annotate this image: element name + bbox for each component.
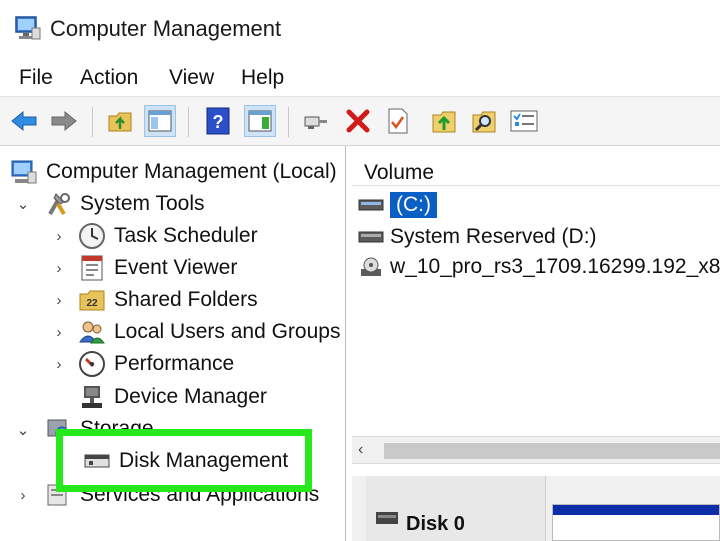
forward-arrow-icon[interactable]	[48, 105, 80, 137]
disk-graphical-view: Disk 0	[352, 476, 720, 541]
help-icon[interactable]: ?	[202, 105, 234, 137]
tree-item-label: System Tools	[80, 192, 205, 215]
highlight-box: Disk Management	[56, 429, 312, 492]
toolbar: ?	[0, 96, 720, 146]
tree-item-label: Local Users and Groups	[114, 320, 341, 343]
collapsed-chevron-icon[interactable]: ›	[52, 324, 66, 341]
toolbar-separator	[92, 107, 93, 137]
title-bar: Computer Management	[0, 0, 720, 58]
users-icon	[79, 321, 105, 344]
tree-item-label: Computer Management (Local)	[46, 160, 337, 183]
tree-item-disk-management[interactable]: Disk Management	[83, 445, 288, 477]
search-icon[interactable]	[468, 105, 500, 137]
tree-item-system-tools[interactable]: System Tools	[44, 189, 205, 219]
tree-item-label: Task Scheduler	[114, 224, 258, 247]
disk-0-label[interactable]: Disk 0	[366, 476, 546, 541]
tree-item-label: Disk Management	[119, 449, 289, 472]
volume-row[interactable]: w_10_pro_rs3_1709.16299.192_x86	[358, 252, 720, 282]
expanded-chevron-icon[interactable]: ⌄	[16, 196, 30, 213]
menu-view[interactable]: View	[169, 66, 214, 90]
menu-action[interactable]: Action	[80, 66, 138, 90]
svg-text:?: ?	[213, 112, 224, 132]
volume-label: w_10_pro_rs3_1709.16299.192_x86	[390, 255, 720, 278]
disk-management-icon	[84, 454, 110, 468]
menu-file[interactable]: File	[19, 66, 53, 90]
show-hide-tree-icon[interactable]	[144, 105, 176, 137]
column-header-volume[interactable]: Volume	[352, 154, 720, 186]
volume-label: System Reserved (D:)	[390, 225, 597, 248]
expanded-chevron-icon[interactable]: ⌄	[16, 422, 30, 439]
disc-drive-icon	[361, 257, 381, 276]
up-folder-icon[interactable]	[104, 105, 136, 137]
tree-item-local-users[interactable]: Local Users and Groups	[78, 317, 340, 347]
collapsed-chevron-icon[interactable]: ›	[52, 292, 66, 309]
console-tree: Computer Management (Local) ⌄ System Too…	[0, 146, 346, 541]
collapsed-chevron-icon[interactable]: ›	[52, 228, 66, 245]
delete-icon[interactable]	[342, 105, 374, 137]
tree-item-label: Performance	[114, 352, 235, 375]
clock-icon	[79, 223, 105, 249]
collapsed-chevron-icon[interactable]: ›	[52, 260, 66, 277]
import-icon[interactable]	[428, 105, 460, 137]
menu-bar: File Action View Help	[0, 58, 720, 96]
tree-item-label: Event Viewer	[114, 256, 238, 279]
performance-gauge-icon	[79, 351, 105, 377]
horizontal-scrollbar[interactable]: ‹	[352, 436, 720, 464]
shared-folder-icon: 22	[79, 290, 105, 311]
computer-management-icon	[11, 160, 37, 184]
tools-icon	[48, 193, 70, 216]
properties-icon[interactable]	[382, 105, 414, 137]
disk-name: Disk 0	[406, 513, 465, 535]
volume-list-pane: Volume (C:) System Reserved (D:) w_10_pr…	[352, 146, 720, 541]
tree-item-label: Device Manager	[114, 385, 267, 408]
menu-help[interactable]: Help	[241, 66, 284, 90]
drive-icon	[358, 199, 384, 211]
toolbar-separator	[188, 107, 189, 137]
partition-header	[553, 505, 719, 515]
window-title: Computer Management	[50, 16, 282, 41]
connect-icon[interactable]	[300, 105, 332, 137]
drive-icon	[358, 231, 384, 243]
volume-row[interactable]: (C:)	[358, 190, 437, 220]
back-arrow-icon[interactable]	[8, 105, 40, 137]
tree-item-root[interactable]: Computer Management (Local)	[10, 157, 337, 187]
event-log-icon	[81, 255, 103, 281]
collapsed-chevron-icon[interactable]: ›	[52, 356, 66, 373]
tree-item-shared-folders[interactable]: 22 Shared Folders	[78, 285, 258, 315]
column-header-label: Volume	[364, 161, 435, 184]
tree-item-label: Shared Folders	[114, 288, 258, 311]
scroll-left-icon[interactable]: ‹	[358, 441, 363, 459]
tree-item-performance[interactable]: Performance	[78, 349, 234, 379]
volume-row[interactable]: System Reserved (D:)	[358, 222, 597, 252]
toolbar-separator	[288, 107, 289, 137]
tree-item-event-viewer[interactable]: Event Viewer	[78, 253, 237, 283]
tree-item-task-scheduler[interactable]: Task Scheduler	[78, 221, 258, 251]
show-hide-action-pane-icon[interactable]	[244, 105, 276, 137]
list-icon[interactable]	[508, 105, 540, 137]
disk-icon	[376, 512, 398, 524]
volume-label: (C:)	[390, 192, 437, 218]
collapsed-chevron-icon[interactable]: ›	[16, 487, 30, 504]
device-manager-icon	[82, 386, 102, 408]
svg-text:22: 22	[86, 298, 98, 309]
scrollbar-thumb[interactable]	[384, 443, 720, 459]
disk-partition-bar[interactable]	[552, 504, 720, 541]
computer-management-icon	[15, 16, 41, 40]
tree-item-device-manager[interactable]: Device Manager	[78, 382, 267, 412]
